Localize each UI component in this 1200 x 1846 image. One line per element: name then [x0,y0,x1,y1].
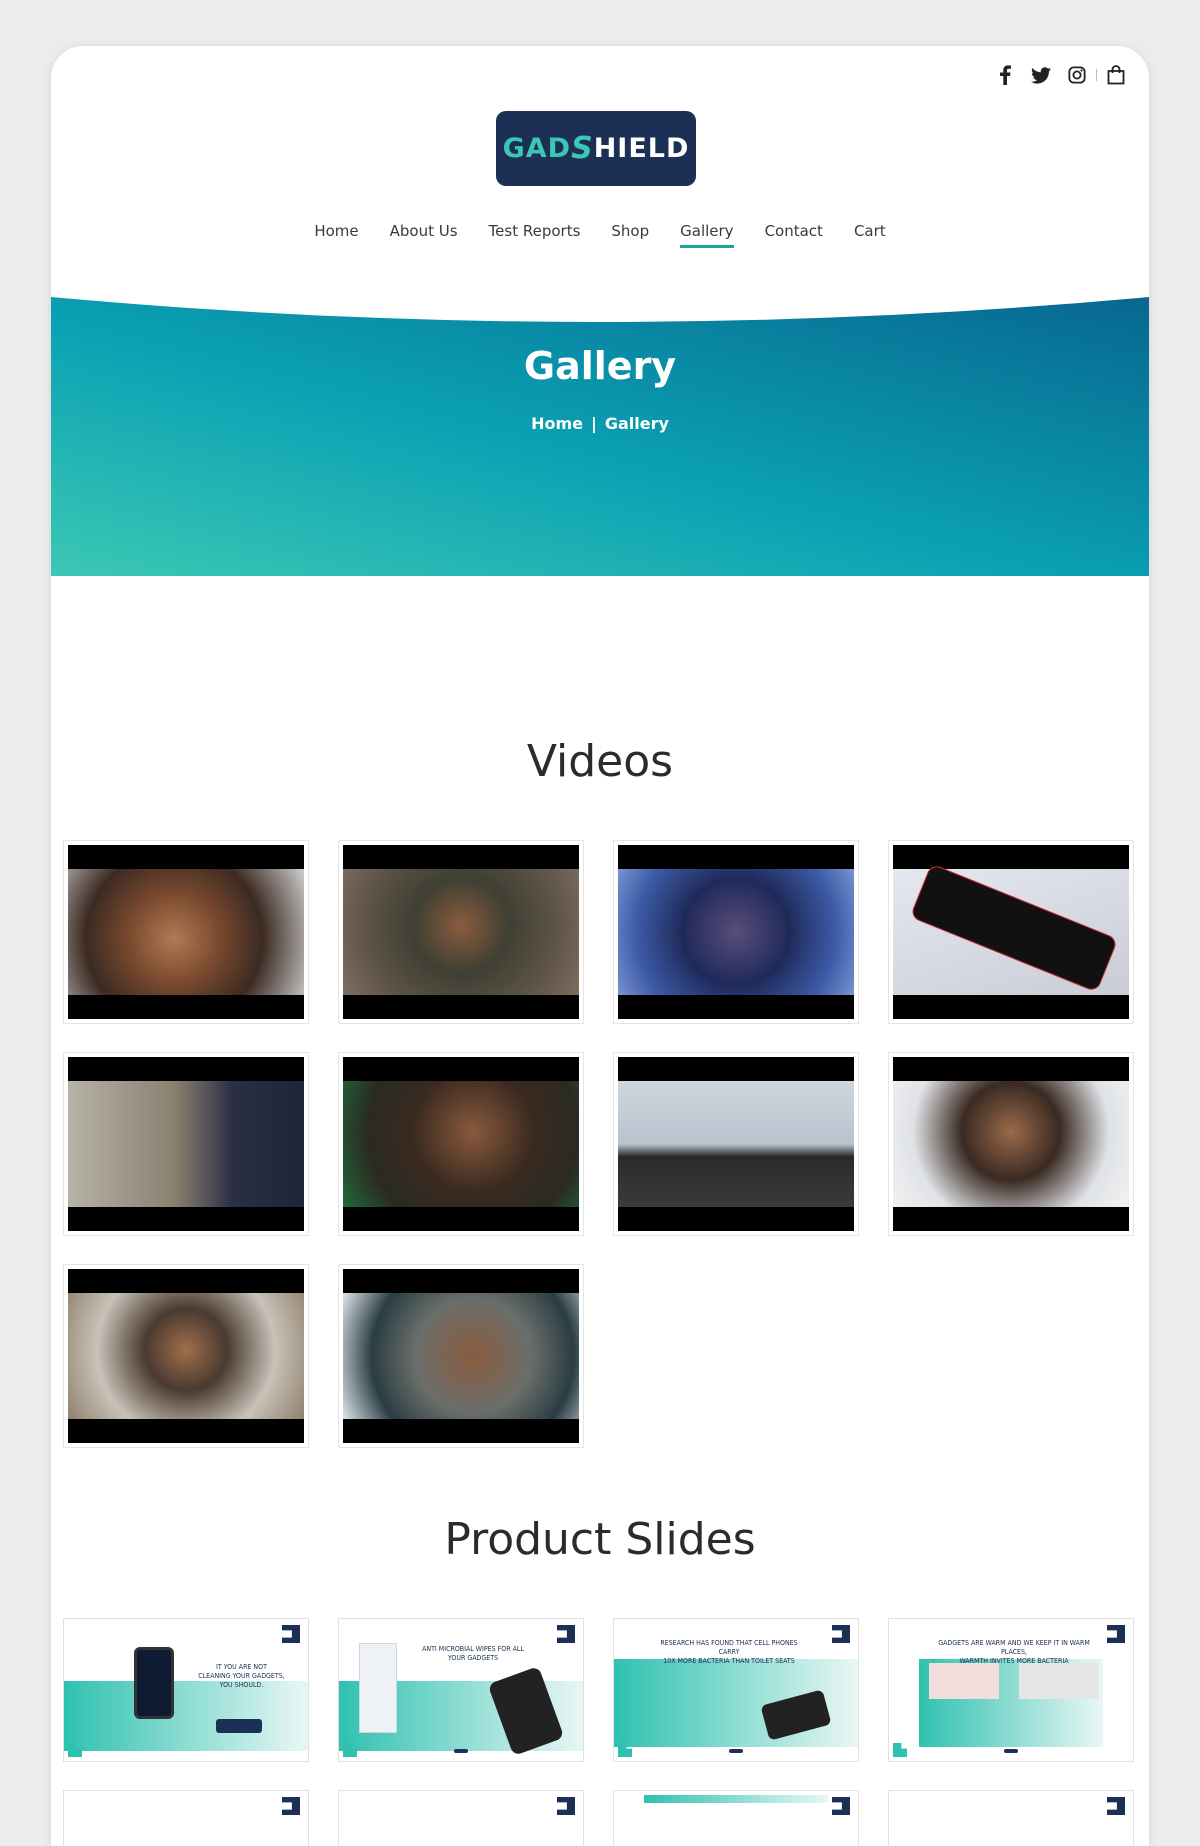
slide-band [644,1795,828,1803]
breadcrumb-home[interactable]: Home [531,414,583,433]
video-thumbnail[interactable] [338,1264,584,1448]
video-thumbnail[interactable] [63,1052,309,1236]
slide-image [929,1663,999,1699]
video-scene [893,863,1129,995]
main-nav: Home About Us Test Reports Shop Gallery … [51,222,1149,248]
video-thumbnail[interactable] [888,1052,1134,1236]
nav-item-shop[interactable]: Shop [611,222,649,248]
video-scene [68,1293,304,1419]
slide-caption: GADGETS ARE WARM AND WE KEEP IT IN WARM … [938,1639,1090,1665]
nav-item-about-us[interactable]: About Us [390,222,458,248]
logo-text-s: S [571,131,594,166]
video-scene [618,1081,854,1207]
product-slide[interactable]: ANTI MICROBIAL WIPES FOR ALL YOUR GADGET… [338,1618,584,1762]
video-thumbnail[interactable] [338,1052,584,1236]
page-title: Gallery [523,344,677,388]
slide-caption: ANTI MICROBIAL WIPES FOR ALL YOUR GADGET… [422,1645,524,1662]
wipes-pack [359,1643,397,1733]
video-thumbnail[interactable] [338,840,584,1024]
slide-indicator [1004,1749,1018,1753]
product-slide[interactable] [63,1790,309,1846]
brand-mark-icon [1107,1625,1125,1643]
slide-caption: RESEARCH HAS FOUND THAT CELL PHONES CARR… [660,1639,798,1665]
facebook-icon[interactable] [994,64,1016,86]
video-scene [343,869,579,995]
product-slide[interactable]: IT YOU ARE NOT CLEANING YOUR GADGETS, YOU … [63,1618,309,1762]
product-slide[interactable] [613,1790,859,1846]
hero-banner: Gallery Home | Gallery [51,252,1149,576]
videos-grid [63,840,1134,1448]
twitter-icon[interactable] [1030,64,1052,86]
breadcrumb: Home | Gallery [51,414,1149,433]
nav-item-cart[interactable]: Cart [854,222,886,248]
divider [1096,69,1097,81]
social-bar [994,64,1127,86]
product-slide[interactable]: GADGETS ARE WARM AND WE KEEP IT IN WARM … [888,1618,1134,1762]
brand-mark-icon [832,1625,850,1643]
video-scene [68,1081,304,1207]
product-slide[interactable] [888,1790,1134,1846]
breadcrumb-separator: | [590,414,597,433]
video-thumbnail[interactable] [613,840,859,1024]
video-scene [343,1081,579,1207]
nav-item-home[interactable]: Home [314,222,358,248]
slide-image [1019,1663,1099,1699]
slide-indicator [454,1749,468,1753]
video-scene [343,1293,579,1419]
breadcrumb-current: Gallery [604,414,669,433]
video-scene [618,869,854,995]
product-slide[interactable]: RESEARCH HAS FOUND THAT CELL PHONES CARR… [613,1618,859,1762]
instagram-icon[interactable] [1066,64,1088,86]
phone-icon [134,1647,174,1719]
video-scene [68,869,304,995]
videos-heading: Videos [526,736,674,787]
site-logo[interactable]: GAD S HIELD [496,111,696,186]
nav-item-contact[interactable]: Contact [765,222,823,248]
video-thumbnail[interactable] [613,1052,859,1236]
video-thumbnail[interactable] [888,840,1134,1024]
slide-band [64,1681,308,1751]
brand-mark-icon [282,1625,300,1643]
video-thumbnail[interactable] [63,1264,309,1448]
page-card: GAD S HIELD Home About Us Test Reports Sho… [51,46,1149,1846]
brand-logo-badge [216,1719,262,1733]
video-scene [893,1081,1129,1207]
shopping-bag-icon[interactable] [1105,64,1127,86]
slide-caption: IT YOU ARE NOT CLEANING YOUR GADGETS, YOU … [198,1663,285,1689]
nav-item-gallery[interactable]: Gallery [680,222,734,248]
product-slides-heading: Product Slides [444,1514,756,1565]
corner-mark-icon [893,1743,907,1757]
product-slide[interactable] [338,1790,584,1846]
logo-text-gad: GAD [502,133,572,164]
nav-item-test-reports[interactable]: Test Reports [489,222,581,248]
slides-grid: IT YOU ARE NOT CLEANING YOUR GADGETS, YOU … [63,1618,1134,1846]
slide-indicator [729,1749,743,1753]
brand-mark-icon [557,1625,575,1643]
video-thumbnail[interactable] [63,840,309,1024]
logo-text-hield: HIELD [593,133,690,164]
